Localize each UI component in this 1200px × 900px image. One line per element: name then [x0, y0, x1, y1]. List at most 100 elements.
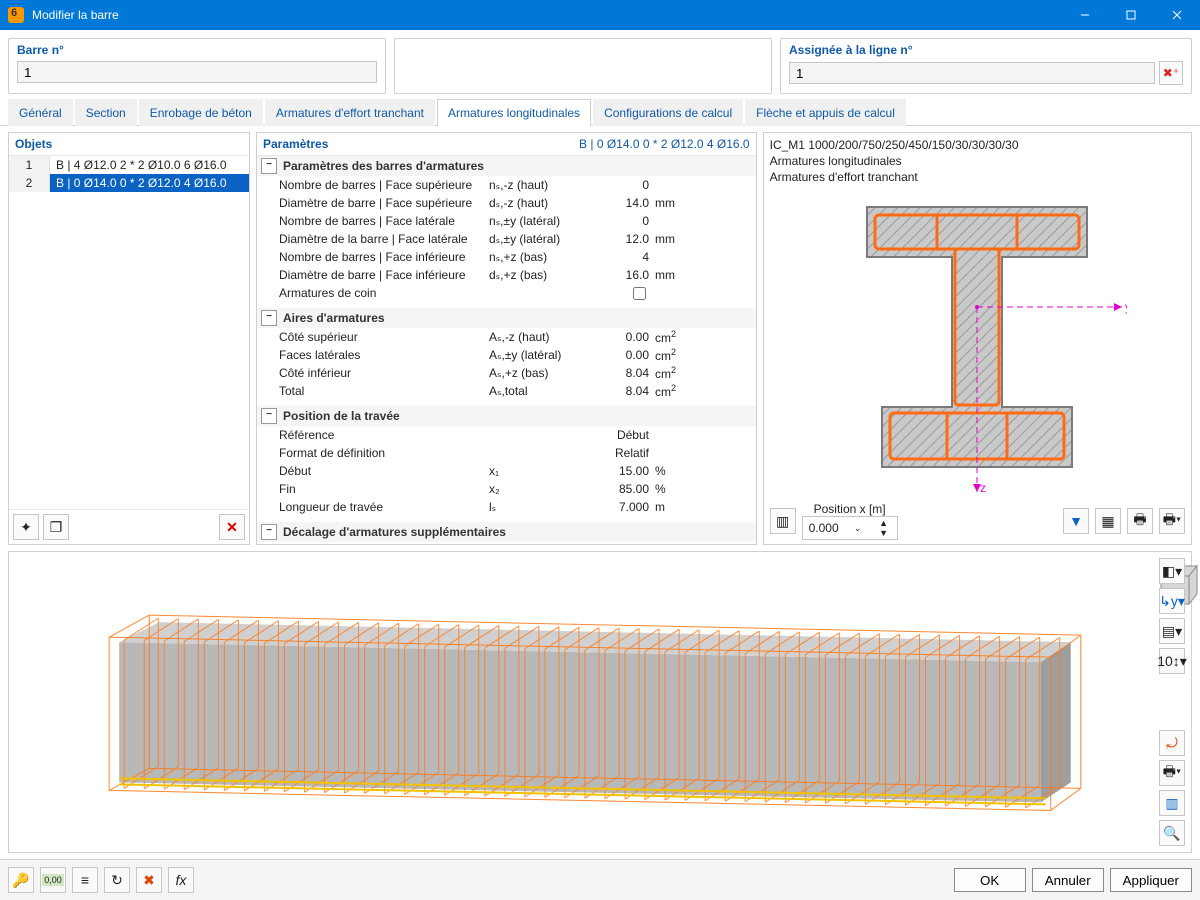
copy-object-button[interactable]: ❐: [43, 514, 69, 540]
param-name: Nombre de barres | Face supérieure: [279, 178, 489, 192]
param-value[interactable]: 14.0: [589, 196, 649, 210]
object-row[interactable]: 1B | 4 Ø12.0 2 * 2 Ø10.0 6 Ø16.0: [9, 156, 249, 174]
maximize-button[interactable]: [1108, 0, 1154, 30]
param-value[interactable]: 16.0: [589, 268, 649, 282]
param-unit: mm: [649, 268, 695, 282]
printer-icon: 🖶▾: [1163, 761, 1181, 785]
collapse-icon[interactable]: −: [261, 408, 277, 424]
param-row[interactable]: Côté supérieurAₛ,-z (haut)0.00cm2: [257, 328, 756, 346]
function-button[interactable]: fx: [168, 867, 194, 893]
param-value[interactable]: 8.04: [589, 384, 649, 398]
list-button[interactable]: ▥: [1159, 790, 1185, 816]
param-value[interactable]: 0: [589, 178, 649, 192]
print-button[interactable]: 🖶: [1127, 508, 1153, 534]
tab-2[interactable]: Enrobage de béton: [139, 99, 263, 126]
param-value[interactable]: Relatif: [589, 446, 649, 460]
param-value[interactable]: 0.00: [589, 348, 649, 362]
param-symbol: dₛ,+z (bas): [489, 268, 589, 282]
param-symbol: x₁: [489, 464, 589, 478]
param-row[interactable]: Côté inférieurAₛ,+z (bas)8.04cm2: [257, 364, 756, 382]
param-checkbox[interactable]: [633, 287, 646, 300]
param-value[interactable]: [589, 284, 649, 303]
rotate-button[interactable]: ⤾: [1159, 730, 1185, 756]
param-value[interactable]: 7.000: [589, 500, 649, 514]
step-down-icon[interactable]: ▼: [871, 528, 897, 538]
3d-view[interactable]: ◧▾ ↳y▾ ▤▾ 10↕▾ ⤾ 🖶▾ ▥ 🔍: [8, 551, 1192, 853]
param-row[interactable]: Nombre de barres | Face inférieurenₛ,+z …: [257, 248, 756, 266]
ok-button[interactable]: OK: [954, 868, 1026, 892]
chevron-down-icon[interactable]: ⌄: [845, 523, 871, 533]
param-symbol: dₛ,-z (haut): [489, 196, 589, 210]
param-row[interactable]: Diamètre de barre | Face supérieuredₛ,-z…: [257, 194, 756, 212]
assign-line-input[interactable]: [789, 62, 1155, 84]
layers-button[interactable]: ▤▾: [1159, 618, 1185, 644]
param-name: Nombre de barres | Face inférieure: [279, 250, 489, 264]
beam-icon: ▥: [776, 513, 789, 530]
clear-pick-button[interactable]: ✖: [136, 867, 162, 893]
collapse-icon[interactable]: −: [261, 310, 277, 326]
param-value[interactable]: 15.00: [589, 464, 649, 478]
param-group-header[interactable]: −Aires d'armatures: [257, 308, 756, 328]
param-row[interactable]: TotalAₛ,total8.04cm2: [257, 382, 756, 400]
cancel-button[interactable]: Annuler: [1032, 868, 1104, 892]
param-row[interactable]: Débutx₁15.00%: [257, 462, 756, 480]
units-button[interactable]: 0,00: [40, 867, 66, 893]
axes-button[interactable]: ↳y▾: [1159, 588, 1185, 614]
scale-button[interactable]: 10↕▾: [1159, 648, 1185, 674]
param-group-header[interactable]: −Paramètres des barres d'armatures: [257, 156, 756, 176]
param-value[interactable]: Début: [589, 428, 649, 442]
view-mode-button[interactable]: ▥: [770, 508, 796, 534]
delete-icon: ✕: [226, 519, 238, 536]
param-value[interactable]: 0: [589, 214, 649, 228]
collapse-icon[interactable]: −: [261, 158, 277, 174]
close-button[interactable]: [1154, 0, 1200, 30]
tab-5[interactable]: Configurations de calcul: [593, 99, 743, 126]
print-dropdown[interactable]: 🖶▾: [1159, 508, 1185, 534]
param-value[interactable]: 4: [589, 250, 649, 264]
param-row[interactable]: Format de définitionRelatif: [257, 444, 756, 462]
view-style-button[interactable]: ◧▾: [1159, 558, 1185, 584]
param-row[interactable]: Diamètre de barre | Face inférieuredₛ,+z…: [257, 266, 756, 284]
reload-button[interactable]: ↻: [104, 867, 130, 893]
print-3d-button[interactable]: 🖶▾: [1159, 760, 1185, 786]
params-tree[interactable]: −Paramètres des barres d'armaturesNombre…: [257, 156, 756, 544]
param-value[interactable]: 85.00: [589, 482, 649, 496]
minimize-button[interactable]: [1062, 0, 1108, 30]
objects-list[interactable]: 1B | 4 Ø12.0 2 * 2 Ø10.0 6 Ø16.02B | 0 Ø…: [9, 156, 249, 509]
param-row[interactable]: Diamètre de la barre | Face latéraledₛ,±…: [257, 230, 756, 248]
param-value[interactable]: 8.04: [589, 366, 649, 380]
values-button[interactable]: ▦: [1095, 508, 1121, 534]
tab-3[interactable]: Armatures d'effort tranchant: [265, 99, 435, 126]
param-row[interactable]: Nombre de barres | Face supérieurenₛ,-z …: [257, 176, 756, 194]
param-row[interactable]: Faces latéralesAₛ,±y (latéral)0.00cm2: [257, 346, 756, 364]
material-button[interactable]: ≡: [72, 867, 98, 893]
tab-1[interactable]: Section: [75, 99, 137, 126]
param-row[interactable]: Type de décalage--: [257, 542, 756, 544]
param-row[interactable]: Longueur de travéelₛ7.000m: [257, 498, 756, 516]
barre-number-input[interactable]: [17, 61, 377, 83]
param-row[interactable]: Finx₂85.00%: [257, 480, 756, 498]
add-object-button[interactable]: ✦: [13, 514, 39, 540]
section-code: IC_M1 1000/200/750/250/450/150/30/30/30/…: [770, 137, 1185, 153]
pick-line-button[interactable]: ✖⁺: [1159, 61, 1183, 85]
param-row[interactable]: RéférenceDébut: [257, 426, 756, 444]
filter-button[interactable]: ▼: [1063, 508, 1089, 534]
tab-0[interactable]: Général: [8, 99, 73, 126]
param-group-header[interactable]: −Décalage d'armatures supplémentaires: [257, 522, 756, 542]
object-row[interactable]: 2B | 0 Ø14.0 0 * 2 Ø12.0 4 Ø16.0: [9, 174, 249, 192]
inspect-button[interactable]: 🔍: [1159, 820, 1185, 846]
param-group-header[interactable]: −Position de la travée: [257, 406, 756, 426]
tab-6[interactable]: Flèche et appuis de calcul: [745, 99, 906, 126]
param-value[interactable]: 0.00: [589, 330, 649, 344]
param-symbol: Aₛ,total: [489, 384, 589, 398]
param-row[interactable]: Armatures de coin: [257, 284, 756, 302]
position-x-spinner[interactable]: 0.000 ⌄ ▲▼: [802, 516, 898, 540]
tab-4[interactable]: Armatures longitudinales: [437, 99, 591, 126]
step-up-icon[interactable]: ▲: [871, 518, 897, 528]
apply-button[interactable]: Appliquer: [1110, 868, 1192, 892]
param-row[interactable]: Nombre de barres | Face latéralenₛ,±y (l…: [257, 212, 756, 230]
param-value[interactable]: 12.0: [589, 232, 649, 246]
delete-object-button[interactable]: ✕: [219, 514, 245, 540]
help-button[interactable]: 🔑: [8, 867, 34, 893]
collapse-icon[interactable]: −: [261, 524, 277, 540]
